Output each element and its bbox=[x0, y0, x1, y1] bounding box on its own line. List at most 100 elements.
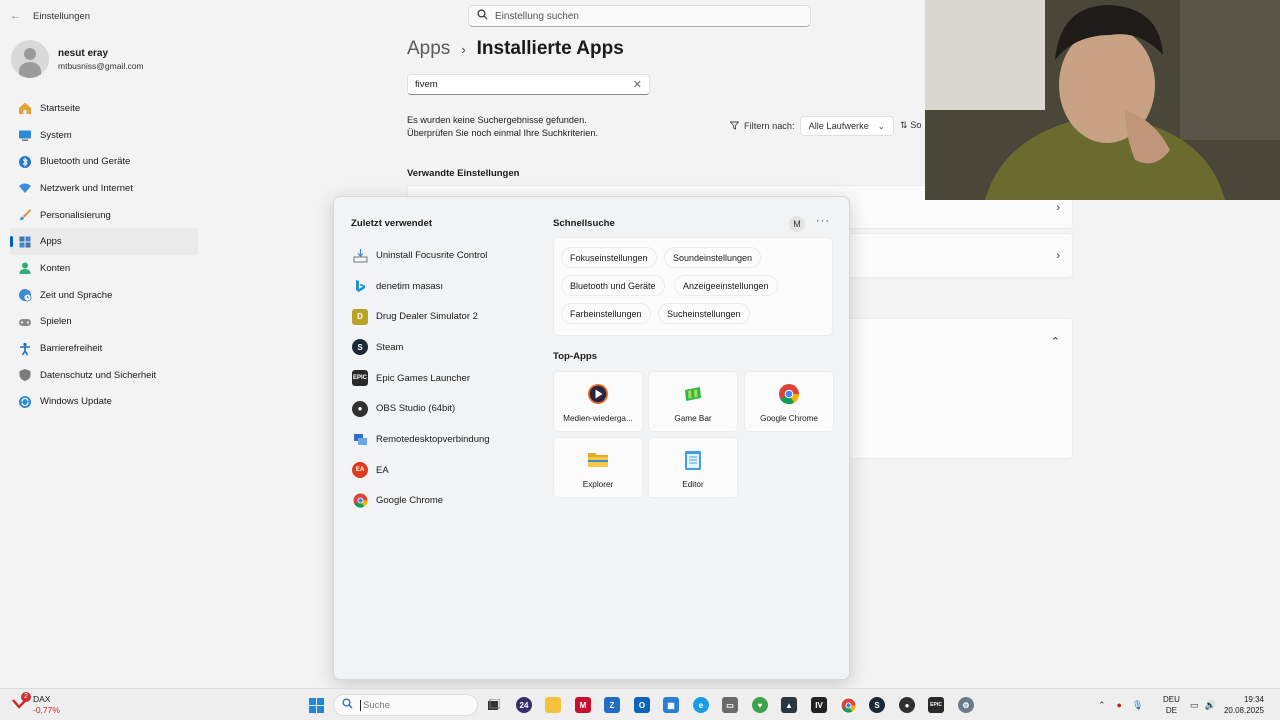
network-icon[interactable]: ▭ bbox=[1190, 700, 1199, 711]
sidebar-item-windows-update[interactable]: Windows Update bbox=[10, 389, 198, 416]
sidebar-item-barrierefreiheit[interactable]: Barrierefreiheit bbox=[10, 335, 198, 362]
top-app-label: Explorer bbox=[582, 480, 614, 489]
sidebar-item-konten[interactable]: Konten bbox=[10, 255, 198, 282]
clear-icon[interactable]: ✕ bbox=[633, 78, 642, 91]
user-profile[interactable]: nesut eray mtbusniss@gmail.com bbox=[11, 40, 144, 78]
notepad-icon bbox=[682, 449, 704, 471]
breadcrumb: Apps › Installierte Apps bbox=[407, 38, 624, 60]
sidebar-item-bluetooth[interactable]: Bluetooth und Geräte bbox=[10, 148, 198, 175]
sidebar-item-startseite[interactable]: Startseite bbox=[10, 95, 198, 122]
task-view-icon[interactable] bbox=[486, 697, 502, 713]
app-24-icon[interactable]: 24 bbox=[516, 697, 532, 713]
sidebar-item-label: Netzwerk und Internet bbox=[40, 182, 133, 194]
language-indicator[interactable]: DEU DE bbox=[1163, 694, 1180, 716]
taskbar-search-input[interactable]: Suche bbox=[333, 694, 478, 716]
steam-taskbar-icon[interactable]: S bbox=[869, 697, 885, 713]
volume-icon[interactable]: 🔊 bbox=[1205, 700, 1216, 711]
sidebar-item-label: Personalisierung bbox=[40, 209, 111, 221]
security-icon[interactable]: ● bbox=[1117, 700, 1122, 710]
epic-taskbar-icon[interactable]: EPIC bbox=[928, 697, 944, 713]
windows-start-icon[interactable] bbox=[308, 697, 324, 713]
webcam-person-image bbox=[925, 0, 1280, 200]
sidebar-item-zeit-sprache[interactable]: Zeit und Sprache bbox=[10, 282, 198, 309]
store-icon[interactable]: Z bbox=[604, 697, 620, 713]
quick-search-heading: Schnellsuche bbox=[553, 218, 615, 229]
webcam-overlay bbox=[925, 0, 1280, 200]
mcafee-icon[interactable]: M bbox=[575, 697, 591, 713]
game-icon: D bbox=[352, 308, 368, 325]
file-explorer-icon[interactable] bbox=[545, 697, 561, 713]
list-item[interactable]: ● OBS Studio (64bit) bbox=[352, 393, 542, 424]
chip-suche[interactable]: Sucheinstellungen bbox=[658, 303, 750, 324]
list-item[interactable]: EPIC Epic Games Launcher bbox=[352, 363, 542, 394]
more-options-icon[interactable]: ··· bbox=[816, 215, 830, 227]
list-item[interactable]: EA EA bbox=[352, 455, 542, 486]
vpn-icon[interactable]: ♥ bbox=[752, 697, 768, 713]
clock-time: 19:34 bbox=[1243, 695, 1264, 704]
chevron-right-icon: › bbox=[1056, 202, 1060, 214]
account-avatar[interactable]: M bbox=[789, 216, 805, 232]
sidebar-item-spielen[interactable]: Spielen bbox=[10, 309, 198, 336]
chevron-up-icon[interactable]: ⌃ bbox=[1051, 335, 1060, 348]
chip-farbe[interactable]: Farbeinstellungen bbox=[561, 303, 651, 324]
list-item[interactable]: Google Chrome bbox=[352, 486, 542, 517]
sidebar-item-label: Datenschutz und Sicherheit bbox=[40, 369, 157, 381]
edge-icon[interactable]: e bbox=[693, 697, 709, 713]
stock-widget[interactable]: 2 DAX -0,77% bbox=[12, 692, 60, 716]
lang-bottom: DE bbox=[1165, 706, 1177, 715]
settings-taskbar-icon[interactable]: ⚙ bbox=[958, 697, 974, 713]
obs-icon: ● bbox=[352, 400, 368, 417]
list-item[interactable]: S Steam bbox=[352, 332, 542, 363]
game-app-icon[interactable]: ▲ bbox=[781, 697, 797, 713]
list-item[interactable]: Remotedesktopverbindung bbox=[352, 424, 542, 455]
sidebar-item-datenschutz[interactable]: Datenschutz und Sicherheit bbox=[10, 362, 198, 389]
app-search-input[interactable]: fivem ✕ bbox=[407, 74, 650, 95]
media-player-icon bbox=[587, 383, 609, 405]
chevron-down-icon: ⌄ bbox=[877, 121, 885, 131]
sidebar-nav: Startseite System Bluetooth und Geräte N… bbox=[10, 95, 198, 415]
outlook-icon[interactable]: O bbox=[634, 697, 650, 713]
list-item[interactable]: denetim masası bbox=[352, 271, 542, 302]
ms-store-icon[interactable]: ▦ bbox=[663, 697, 679, 713]
recent-item-label: Steam bbox=[376, 341, 404, 353]
microphone-icon[interactable]: 🎙 bbox=[1132, 700, 1143, 711]
gta-iv-icon[interactable]: IV bbox=[811, 697, 827, 713]
chip-sound[interactable]: Soundeinstellungen bbox=[664, 247, 762, 268]
top-app-game-bar[interactable]: Game Bar bbox=[648, 371, 738, 432]
recent-item-label: Epic Games Launcher bbox=[376, 372, 470, 384]
window-title: Einstellungen bbox=[33, 11, 91, 22]
sidebar-item-apps[interactable]: Apps bbox=[10, 228, 198, 256]
top-app-editor[interactable]: Editor bbox=[648, 437, 738, 498]
obs-taskbar-icon[interactable]: ● bbox=[899, 697, 915, 713]
monitor-icon bbox=[17, 127, 33, 143]
app-search-value: fivem bbox=[415, 79, 438, 90]
clock[interactable]: 19:34 20.08.2025 bbox=[1224, 694, 1264, 716]
back-arrow-icon[interactable]: ← bbox=[10, 10, 21, 22]
sidebar-item-personalisierung[interactable]: Personalisierung bbox=[10, 202, 198, 229]
chip-bluetooth[interactable]: Bluetooth und Geräte bbox=[561, 275, 665, 296]
settings-search-input[interactable]: Einstellung suchen bbox=[468, 5, 811, 27]
list-item[interactable]: D Drug Dealer Simulator 2 bbox=[352, 301, 542, 332]
person-icon bbox=[17, 260, 33, 276]
top-app-chrome[interactable]: Google Chrome bbox=[744, 371, 834, 432]
top-app-explorer[interactable]: Explorer bbox=[553, 437, 643, 498]
sidebar-item-label: Windows Update bbox=[40, 396, 112, 408]
filter-dropdown[interactable]: Alle Laufwerke ⌄ bbox=[799, 116, 894, 136]
list-item[interactable]: Uninstall Focusrite Control bbox=[352, 240, 542, 271]
chip-anzeige[interactable]: Anzeigeeinstellungen bbox=[674, 275, 778, 296]
photos-icon[interactable]: ▭ bbox=[722, 697, 738, 713]
update-icon bbox=[17, 394, 33, 410]
stock-index-name: DAX bbox=[33, 694, 51, 704]
top-app-label: Google Chrome bbox=[760, 414, 818, 423]
sidebar-item-system[interactable]: System bbox=[10, 122, 198, 149]
top-app-media-player[interactable]: Medien-wiedergа... bbox=[553, 371, 643, 432]
chip-fokus[interactable]: Fokuseinstellungen bbox=[561, 247, 657, 268]
chevron-up-icon[interactable]: ⌃ bbox=[1098, 700, 1106, 711]
sidebar-item-netzwerk[interactable]: Netzwerk und Internet bbox=[10, 175, 198, 202]
recent-item-label: Google Chrome bbox=[376, 495, 444, 507]
apps-icon bbox=[17, 234, 33, 250]
clock-date: 20.08.2025 bbox=[1223, 706, 1264, 715]
chrome-taskbar-icon[interactable] bbox=[840, 697, 856, 713]
sort-control[interactable]: ⇅ So bbox=[900, 120, 922, 131]
breadcrumb-apps[interactable]: Apps bbox=[407, 38, 450, 60]
